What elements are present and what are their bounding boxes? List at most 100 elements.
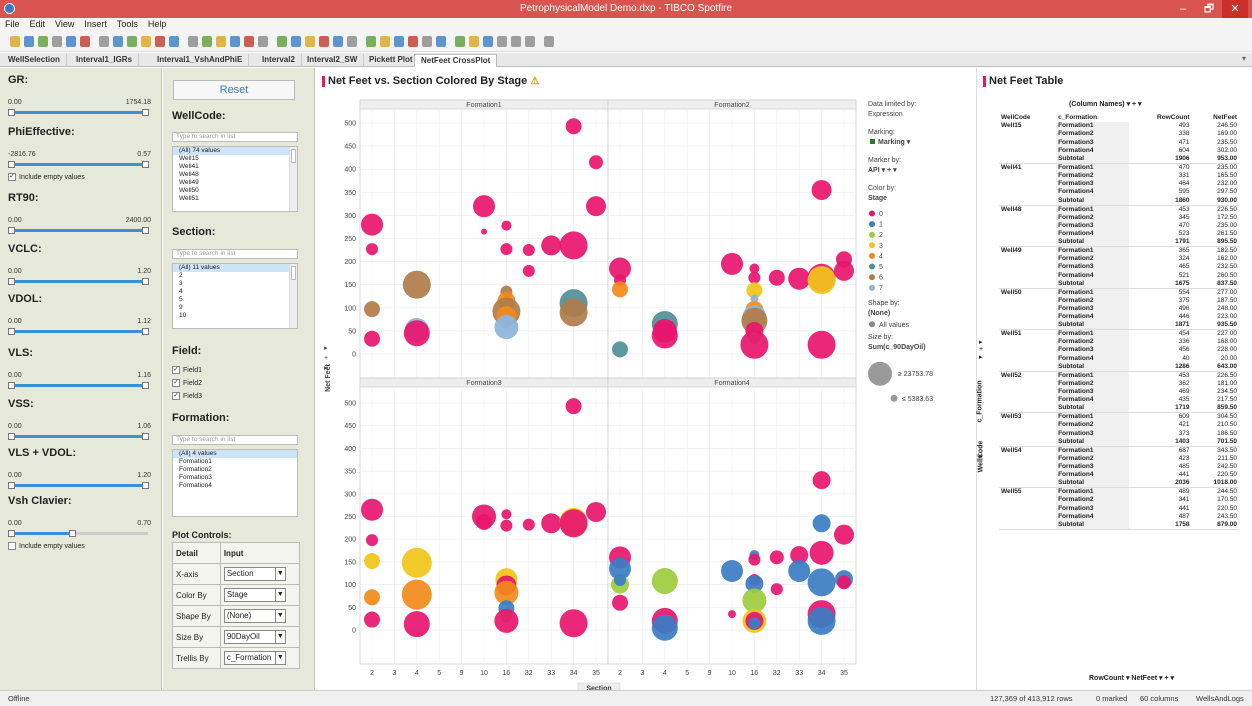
table-row[interactable]: Subtotal 1871 935.50: [999, 321, 1239, 331]
tab-pickett-plot[interactable]: Pickett Plot: [363, 54, 420, 67]
toolbar-button-icon[interactable]: [258, 36, 268, 47]
toolbar-button-icon[interactable]: [24, 36, 34, 47]
table-row[interactable]: Formation3 469 234.50: [999, 387, 1239, 397]
list-item[interactable]: Well15: [173, 155, 297, 163]
toolbar-button-icon[interactable]: [155, 36, 165, 47]
toolbar-button-icon[interactable]: [127, 36, 137, 47]
data-point[interactable]: [476, 513, 492, 530]
range-min-handle[interactable]: [8, 328, 15, 335]
toolbar-button-icon[interactable]: [99, 36, 109, 47]
range-max-handle[interactable]: [69, 530, 77, 537]
chart-svg[interactable]: Formation1 Formation2 Formation3 Formation4…: [316, 68, 976, 690]
table-row[interactable]: Subtotal 1906 953.00: [999, 154, 1239, 164]
data-point[interactable]: [612, 341, 628, 358]
data-point[interactable]: [522, 244, 535, 257]
data-point[interactable]: [748, 271, 761, 284]
table-row[interactable]: Subtotal 1719 859.50: [999, 404, 1239, 414]
range-slider[interactable]: [8, 161, 149, 168]
table-row[interactable]: Well49 Formation1 365 182.50: [999, 246, 1239, 256]
table-row[interactable]: Formation2 375 187.50: [999, 296, 1239, 305]
toolbar-button-icon[interactable]: [52, 36, 62, 47]
data-point[interactable]: [559, 609, 588, 638]
table-row[interactable]: Well54 Formation1 687 343.50: [999, 446, 1239, 455]
toolbar-button-icon[interactable]: [408, 36, 418, 47]
data-point[interactable]: [403, 320, 430, 347]
data-point[interactable]: [788, 267, 811, 290]
data-point[interactable]: [366, 243, 378, 256]
table-row[interactable]: Subtotal 1791 895.50: [999, 238, 1239, 248]
table-row[interactable]: Well52 Formation1 453 226.50: [999, 371, 1239, 380]
list-item[interactable]: 3: [173, 280, 297, 288]
toolbar-button-icon[interactable]: [230, 36, 240, 47]
data-point[interactable]: [361, 498, 383, 521]
data-point[interactable]: [721, 252, 743, 275]
range-min-handle[interactable]: [8, 482, 15, 489]
toolbar-button-icon[interactable]: [113, 36, 123, 47]
range-max-handle[interactable]: [142, 382, 149, 389]
table-row[interactable]: Formation2 362 181.00: [999, 379, 1239, 388]
range-slider[interactable]: [8, 328, 149, 335]
data-point[interactable]: [541, 513, 562, 534]
table-row[interactable]: Formation2 324 162.00: [999, 255, 1239, 264]
range-min-handle[interactable]: [8, 530, 15, 537]
toolbar-button-icon[interactable]: [483, 36, 493, 47]
menu-tools[interactable]: Tools: [112, 18, 143, 29]
range-slider[interactable]: [8, 482, 149, 489]
table-row[interactable]: Well48 Formation1 453 226.50: [999, 205, 1239, 214]
data-point[interactable]: [586, 196, 606, 217]
data-point[interactable]: [768, 269, 785, 286]
data-point[interactable]: [612, 281, 628, 298]
table-row[interactable]: Formation3 373 186.50: [999, 429, 1239, 438]
range-min-handle[interactable]: [8, 109, 15, 116]
table-row[interactable]: Well55 Formation1 489 244.50: [999, 487, 1239, 497]
status-marked[interactable]: 0 marked: [1096, 694, 1127, 703]
data-point[interactable]: [565, 398, 582, 415]
table-row[interactable]: Well53 Formation1 609 304.50: [999, 412, 1239, 422]
table-row[interactable]: Formation2 336 168.00: [999, 338, 1239, 347]
xaxis-select[interactable]: Section ▼: [223, 567, 286, 581]
table-row[interactable]: Formation3 465 232.50: [999, 263, 1239, 272]
data-point[interactable]: [788, 559, 811, 582]
toolbar-button-icon[interactable]: [38, 36, 48, 47]
scatter-visualization[interactable]: Net Feet vs. Section Colored By Stage ⚠ …: [316, 68, 976, 690]
data-point[interactable]: [807, 330, 836, 359]
table-row[interactable]: Formation3 464 232.00: [999, 180, 1239, 189]
toolbar-button-icon[interactable]: [436, 36, 446, 47]
tab-netfeet-crossplot[interactable]: NetFeet CrossPlot: [414, 54, 498, 67]
data-point[interactable]: [651, 567, 678, 594]
close-button[interactable]: ✕: [1222, 0, 1248, 18]
toolbar-button-icon[interactable]: [202, 36, 212, 47]
colorby-select[interactable]: Stage ▼: [223, 588, 286, 602]
formation-search-input[interactable]: Type to search in list: [172, 435, 298, 445]
range-max-handle[interactable]: [142, 227, 149, 234]
table-row[interactable]: Formation4 604 302.00: [999, 146, 1239, 155]
field3-checkbox[interactable]: ✓ Field3: [172, 392, 202, 400]
table-row[interactable]: Formation2 421 210.50: [999, 421, 1239, 430]
field1-checkbox[interactable]: ✓ Field1: [172, 366, 202, 374]
toolbar-button-icon[interactable]: [305, 36, 315, 47]
list-item[interactable]: Well41: [173, 163, 297, 171]
range-min-handle[interactable]: [8, 278, 15, 285]
data-point[interactable]: [364, 589, 380, 606]
data-point[interactable]: [721, 559, 743, 582]
toolbar-button-icon[interactable]: [333, 36, 343, 47]
table-row[interactable]: Formation2 341 170.50: [999, 496, 1239, 505]
range-min-handle[interactable]: [8, 161, 15, 168]
range-min-handle[interactable]: [8, 227, 15, 234]
menu-view[interactable]: View: [50, 18, 79, 29]
table-row[interactable]: Well50 Formation1 554 277.00: [999, 288, 1239, 297]
data-point[interactable]: [769, 550, 784, 565]
crosstable-visualization[interactable]: Net Feet Table (Column Names) ▾ + ▾ ▸ + ▸ ▸…: [976, 68, 1252, 690]
range-min-handle[interactable]: [8, 433, 15, 440]
data-point[interactable]: [364, 611, 380, 628]
data-point[interactable]: [364, 330, 380, 347]
toolbar-button-icon[interactable]: [188, 36, 198, 47]
data-point[interactable]: [364, 301, 380, 318]
list-item[interactable]: 2: [173, 272, 297, 280]
maximize-button[interactable]: 🗗: [1196, 0, 1222, 18]
trellisby-select[interactable]: c_Formation ▼: [223, 651, 286, 665]
data-point[interactable]: [494, 315, 519, 340]
table-row[interactable]: Formation4 40 20.00: [999, 354, 1239, 363]
table-row[interactable]: Formation2 423 211.50: [999, 454, 1239, 463]
data-point[interactable]: [651, 322, 678, 349]
